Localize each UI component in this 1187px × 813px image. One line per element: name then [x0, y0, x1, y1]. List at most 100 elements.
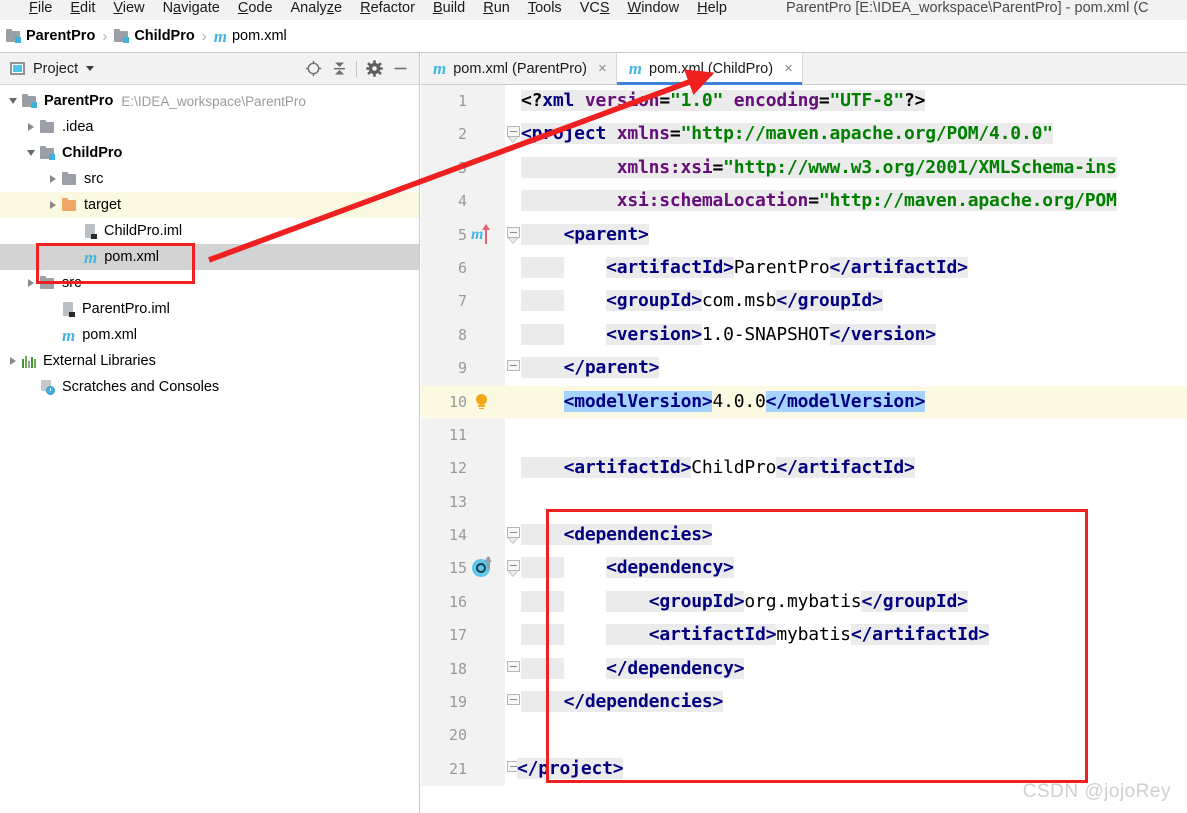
close-icon[interactable]: ×: [598, 60, 607, 77]
code-text: <groupId>com.msb</groupId>: [521, 290, 883, 312]
expand-arrow-icon[interactable]: [44, 175, 62, 183]
tab-pom-xml-parentpro[interactable]: m pom.xml (ParentPro) ×: [421, 53, 617, 84]
tree-row[interactable]: External Libraries: [0, 348, 419, 374]
code-line: 17 <artifactId>mybatis</artifactId>: [421, 619, 1187, 653]
code-line: 20: [421, 719, 1187, 753]
menu-item-refactor[interactable]: Refactor: [351, 0, 424, 17]
menu-item-file[interactable]: File: [20, 0, 61, 17]
code-editor[interactable]: 1 <?xml version="1.0" encoding="UTF-8"?>…: [421, 85, 1187, 813]
expand-arrow-icon[interactable]: [44, 201, 62, 209]
expand-arrow-icon[interactable]: [22, 150, 40, 156]
tree-row[interactable]: ParentPro.iml: [0, 296, 419, 322]
line-number: 15: [448, 559, 467, 578]
menu-item-help[interactable]: Help: [688, 0, 736, 17]
code-text: <artifactId>ChildPro</artifactId>: [521, 457, 915, 479]
code-text: <dependencies>: [521, 524, 713, 546]
module-icon: [22, 93, 37, 108]
line-number: 21: [448, 759, 467, 778]
line-number: 6: [457, 258, 467, 277]
tab-label: pom.xml (ParentPro): [453, 60, 587, 77]
tree-row[interactable]: m pom.xml: [0, 322, 419, 348]
line-number: 18: [448, 659, 467, 678]
menu-item-window[interactable]: Window: [619, 0, 689, 17]
code-line: 6 <artifactId>ParentPro</artifactId>: [421, 251, 1187, 286]
code-text: <project xmlns="http://maven.apache.org/…: [521, 123, 1053, 145]
tree-row[interactable]: Scratches and Consoles: [0, 374, 419, 400]
project-tree: ParentPro E:\IDEA_workspace\ParentPro .i…: [0, 85, 419, 400]
menu-item-code[interactable]: Code: [229, 0, 282, 17]
collapse-all-icon[interactable]: [326, 56, 352, 82]
menu-item-tools[interactable]: Tools: [519, 0, 571, 17]
tree-item-label: pom.xml: [82, 327, 138, 343]
ide-window: File Edit View Navigate Code Analyze Ref…: [0, 0, 1187, 813]
code-text: </project>: [517, 757, 624, 779]
fold-marker-start[interactable]: [507, 126, 520, 144]
override-icon[interactable]: [471, 556, 497, 581]
code-line: 1 <?xml version="1.0" encoding="UTF-8"?>: [421, 85, 1187, 119]
project-panel-title: Project: [33, 60, 79, 77]
code-text: <version>1.0-SNAPSHOT</version>: [521, 323, 936, 345]
tree-row-selected-pom-xml[interactable]: m pom.xml: [0, 244, 419, 270]
line-number: 3: [457, 158, 467, 177]
locate-icon[interactable]: [300, 56, 326, 82]
iml-icon: [62, 301, 75, 317]
breadcrumb-separator: ›: [102, 27, 108, 45]
fold-marker-end[interactable]: [507, 660, 520, 678]
code-text: <groupId>org.mybatis</groupId>: [521, 590, 968, 612]
breadcrumb-item-parentpro[interactable]: ParentPro: [6, 28, 95, 44]
tab-label: pom.xml (ChildPro): [649, 60, 774, 77]
fold-marker-start[interactable]: [507, 226, 520, 244]
tree-row[interactable]: src: [0, 270, 419, 296]
tree-row[interactable]: ChildPro.iml: [0, 218, 419, 244]
menu-bar: File Edit View Navigate Code Analyze Ref…: [0, 0, 1187, 20]
expand-arrow-icon[interactable]: [4, 98, 22, 104]
libraries-icon: [22, 355, 36, 368]
line-number: 1: [457, 92, 467, 110]
gear-icon[interactable]: [361, 56, 387, 82]
maven-icon: m: [433, 59, 447, 78]
fold-marker-start[interactable]: [507, 560, 520, 578]
menu-item-analyze[interactable]: Analyze: [282, 0, 352, 17]
minimize-icon[interactable]: [387, 56, 413, 82]
code-line-current: 10 <modelVersion>4.0.0</modelVersion>: [421, 385, 1187, 419]
menu-item-view[interactable]: View: [104, 0, 153, 17]
code-line: 9 </parent>: [421, 352, 1187, 386]
code-text: <dependency>: [521, 557, 734, 579]
code-text: <modelVersion>4.0.0</modelVersion>: [563, 390, 926, 412]
menu-item-vcs[interactable]: VCS: [571, 0, 619, 17]
tree-row[interactable]: ChildPro: [0, 140, 419, 166]
breadcrumb-item-childpro[interactable]: ChildPro: [114, 28, 195, 44]
tree-row[interactable]: .idea: [0, 114, 419, 140]
code-text: <artifactId>ParentPro</artifactId>: [521, 256, 968, 278]
tab-pom-xml-childpro[interactable]: m pom.xml (ChildPro) ×: [616, 53, 803, 85]
maven-parent-icon[interactable]: m: [471, 223, 497, 248]
line-number: 8: [457, 325, 467, 344]
expand-arrow-icon[interactable]: [4, 357, 22, 365]
tree-row[interactable]: src: [0, 166, 419, 192]
code-text: xsi:schemaLocation="http://maven.apache.…: [521, 190, 1117, 212]
tree-row[interactable]: target: [0, 192, 419, 218]
tree-item-label: External Libraries: [43, 353, 156, 369]
breadcrumb-item-pom-xml[interactable]: m pom.xml: [214, 28, 287, 45]
maven-icon: m: [62, 325, 76, 345]
expand-arrow-icon[interactable]: [22, 279, 40, 287]
tree-row[interactable]: ParentPro E:\IDEA_workspace\ParentPro: [0, 88, 419, 114]
chevron-down-icon[interactable]: [86, 66, 95, 71]
code-line: 12 <artifactId>ChildPro</artifactId>: [421, 452, 1187, 486]
menu-item-build[interactable]: Build: [424, 0, 474, 17]
fold-marker-end[interactable]: [507, 694, 520, 711]
code-line: 5 m <parent>: [421, 218, 1187, 252]
menu-item-run[interactable]: Run: [474, 0, 519, 17]
lightbulb-icon[interactable]: [471, 390, 497, 415]
expand-arrow-icon[interactable]: [22, 123, 40, 131]
fold-marker-end[interactable]: [507, 360, 520, 377]
fold-marker-start[interactable]: [507, 527, 520, 545]
menu-item-edit[interactable]: Edit: [61, 0, 104, 17]
menu-item-navigate[interactable]: Navigate: [154, 0, 229, 17]
code-text: <parent>: [521, 223, 649, 245]
folder-icon: [40, 119, 55, 134]
close-icon[interactable]: ×: [784, 60, 793, 77]
breadcrumb-label: ParentPro: [26, 28, 96, 44]
tree-item-label: pom.xml: [104, 249, 160, 265]
maven-icon: m: [84, 247, 98, 267]
